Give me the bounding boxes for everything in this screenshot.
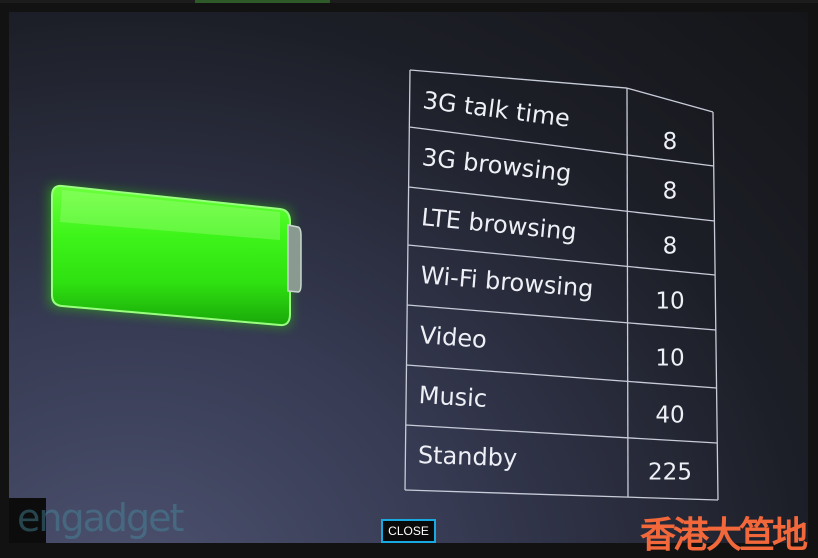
row-value: 8 (663, 233, 678, 259)
slide: 3G talk time 8 3G browsing 8 LTE browsing 8 Wi… (50, 69, 719, 501)
row-label: 3G talk time (421, 86, 571, 133)
table-border (626, 87, 714, 113)
row-value: 40 (655, 403, 684, 429)
chinese-watermark: 香港大笪地 (640, 515, 808, 556)
table-border (409, 69, 628, 89)
battery-life-table: 3G talk time 8 3G browsing 8 LTE browsing 8 Wi… (404, 69, 719, 501)
row-label: Standby (418, 441, 518, 472)
engadget-watermark: engadget (17, 496, 184, 540)
row-value: 8 (663, 129, 678, 155)
column-divider (626, 88, 629, 498)
row-label: Wi-Fi browsing (419, 261, 594, 303)
row-label: Video (419, 321, 488, 354)
row-value: 10 (655, 289, 684, 315)
row-value: 8 (663, 178, 678, 204)
row-divider (404, 489, 719, 501)
row-label: LTE browsing (420, 203, 578, 246)
row-value: 10 (655, 346, 684, 372)
row-label: 3G browsing (421, 143, 573, 187)
battery-icon (50, 184, 302, 327)
table-border (404, 69, 411, 491)
table-border (712, 111, 719, 501)
row-label: Music (418, 381, 488, 413)
row-value: 225 (648, 459, 692, 485)
close-button[interactable]: CLOSE (381, 519, 436, 543)
